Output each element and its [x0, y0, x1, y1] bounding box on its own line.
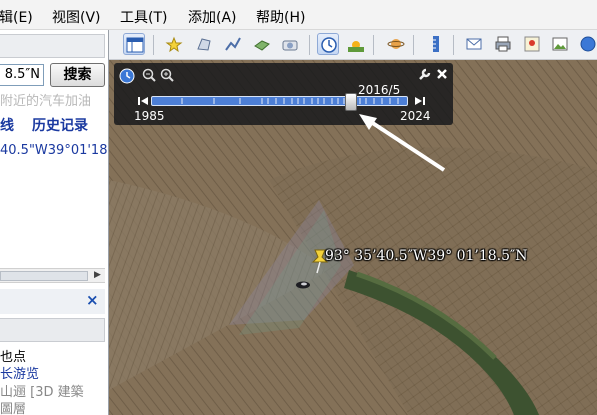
scroll-right-icon[interactable]: ▶: [94, 270, 101, 280]
imagery-date-ticks: [181, 98, 399, 104]
current-date-label: 2016/5: [358, 83, 401, 97]
image-icon: [552, 37, 568, 51]
placemark-label[interactable]: 93° 35’40.5″W39° 01’18.5″N: [325, 248, 528, 264]
separator: [453, 35, 454, 55]
map-view[interactable]: 2016/5 1985 2024 93° 35’40.5″W39° 01’18.…: [109, 60, 597, 415]
panel-header-strip: [0, 34, 105, 58]
add-polygon-button[interactable]: [193, 33, 215, 55]
map-icon: [524, 36, 540, 52]
time-track[interactable]: [151, 96, 408, 106]
add-overlay-button[interactable]: [251, 33, 273, 55]
search-button[interactable]: 搜索: [50, 63, 105, 87]
step-back-icon[interactable]: [137, 95, 149, 107]
switch-planet-button[interactable]: [385, 33, 407, 55]
left-panel: 8.5″N 搜索 附近的汽车加油 线 历史记录 40.5"W39°01'18. …: [0, 30, 109, 415]
menu-view[interactable]: 视图(V): [52, 7, 101, 27]
step-forward-icon[interactable]: [414, 95, 426, 107]
path-icon: [225, 37, 241, 51]
places-bar: [0, 318, 105, 342]
horizontal-scrollbar[interactable]: ▶: [0, 268, 105, 283]
globe-icon: [580, 36, 596, 52]
planet-icon: [387, 39, 405, 49]
email-icon: [466, 38, 482, 50]
ruler-icon: [433, 36, 439, 52]
annotation-arrow: [359, 114, 446, 172]
save-image-button[interactable]: [549, 33, 571, 55]
menu-edit[interactable]: 辑(E): [0, 7, 33, 27]
email-button[interactable]: [463, 33, 485, 55]
camera-icon: [282, 40, 298, 51]
vehicle-object: [296, 281, 310, 289]
toolbar: [109, 30, 597, 60]
separator: [153, 35, 154, 55]
historical-imagery-button[interactable]: [317, 33, 339, 55]
sunlight-button[interactable]: [345, 33, 367, 55]
search-hint: 附近的汽车加油: [0, 94, 92, 109]
separator: [373, 35, 374, 55]
ruler-button[interactable]: [425, 33, 447, 55]
polygon-icon: [197, 38, 211, 51]
route-link[interactable]: 线: [0, 115, 14, 135]
menu-help[interactable]: 帮助(H): [256, 7, 305, 27]
separator: [413, 35, 414, 55]
wrench-icon[interactable]: [417, 68, 431, 82]
print-button[interactable]: [492, 33, 514, 55]
clock-icon: [321, 37, 337, 53]
menu-tools[interactable]: 工具(T): [120, 7, 167, 27]
pushpin-icon: [165, 36, 183, 53]
close-icon[interactable]: [436, 68, 448, 80]
add-path-button[interactable]: [222, 33, 244, 55]
separator: [309, 35, 310, 55]
tree-item-tour[interactable]: 长游览: [0, 363, 39, 382]
zoom-out-icon[interactable]: [142, 68, 156, 82]
clock-icon[interactable]: [119, 68, 135, 84]
tree-item-layers[interactable]: 圖層: [0, 398, 26, 415]
menu-bar: 辑(E) 视图(V) 工具(T) 添加(A) 帮助(H): [0, 0, 597, 30]
close-icon[interactable]: ×: [86, 291, 99, 309]
sidebar-icon: [126, 37, 144, 53]
start-year-label: 1985: [134, 109, 165, 123]
menu-add[interactable]: 添加(A): [188, 7, 237, 27]
printer-icon: [495, 36, 511, 52]
record-tour-button[interactable]: [279, 33, 301, 55]
history-link[interactable]: 历史记录: [32, 115, 88, 135]
search-result[interactable]: 40.5"W39°01'18.: [0, 143, 108, 158]
add-placemark-button[interactable]: [163, 33, 185, 55]
sidebar-toggle-button[interactable]: [123, 33, 145, 55]
earth-button[interactable]: [577, 33, 597, 55]
view-in-maps-button[interactable]: [521, 33, 543, 55]
zoom-in-icon[interactable]: [160, 68, 174, 82]
sunrise-icon: [348, 41, 364, 52]
scrollbar-thumb[interactable]: [0, 271, 88, 281]
search-input[interactable]: 8.5″N: [0, 64, 44, 86]
overlay-icon: [254, 40, 270, 51]
